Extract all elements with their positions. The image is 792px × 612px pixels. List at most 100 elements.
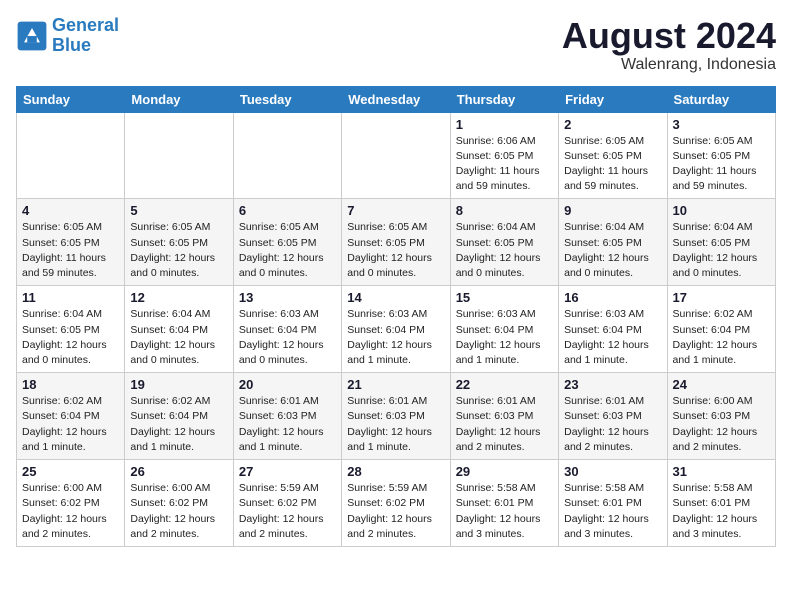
day-info: Sunrise: 5:58 AM Sunset: 6:01 PM Dayligh… (564, 481, 661, 542)
calendar-cell: 29 Sunrise: 5:58 AM Sunset: 6:01 PM Dayli… (450, 460, 558, 547)
page-header: General Blue August 2024 Walenrang, Indo… (16, 16, 776, 74)
day-info: Sunrise: 6:00 AM Sunset: 6:02 PM Dayligh… (130, 481, 227, 542)
calendar-cell (342, 112, 450, 199)
day-info: Sunrise: 6:01 AM Sunset: 6:03 PM Dayligh… (347, 394, 444, 455)
day-info: Sunrise: 6:02 AM Sunset: 6:04 PM Dayligh… (22, 394, 119, 455)
day-info: Sunrise: 6:00 AM Sunset: 6:02 PM Dayligh… (22, 481, 119, 542)
day-info: Sunrise: 6:05 AM Sunset: 6:05 PM Dayligh… (239, 220, 336, 281)
day-number: 22 (456, 377, 553, 392)
calendar-cell: 13 Sunrise: 6:03 AM Sunset: 6:04 PM Dayli… (233, 286, 341, 373)
calendar-cell: 21 Sunrise: 6:01 AM Sunset: 6:03 PM Dayli… (342, 373, 450, 460)
calendar-cell (233, 112, 341, 199)
day-number: 12 (130, 290, 227, 305)
calendar-cell: 26 Sunrise: 6:00 AM Sunset: 6:02 PM Dayli… (125, 460, 233, 547)
calendar-cell: 5 Sunrise: 6:05 AM Sunset: 6:05 PM Daylig… (125, 199, 233, 286)
logo: General Blue (16, 16, 119, 56)
title-block: August 2024 Walenrang, Indonesia (562, 16, 776, 74)
day-number: 7 (347, 203, 444, 218)
weekday-header-thursday: Thursday (450, 86, 558, 112)
calendar-cell: 12 Sunrise: 6:04 AM Sunset: 6:04 PM Dayli… (125, 286, 233, 373)
calendar-cell: 28 Sunrise: 5:59 AM Sunset: 6:02 PM Dayli… (342, 460, 450, 547)
day-info: Sunrise: 6:02 AM Sunset: 6:04 PM Dayligh… (673, 307, 770, 368)
logo-icon (16, 20, 48, 52)
calendar-cell: 9 Sunrise: 6:04 AM Sunset: 6:05 PM Daylig… (559, 199, 667, 286)
day-number: 10 (673, 203, 770, 218)
day-info: Sunrise: 6:02 AM Sunset: 6:04 PM Dayligh… (130, 394, 227, 455)
location-subtitle: Walenrang, Indonesia (562, 56, 776, 74)
logo-line1: General (52, 15, 119, 35)
day-number: 23 (564, 377, 661, 392)
day-info: Sunrise: 6:04 AM Sunset: 6:05 PM Dayligh… (22, 307, 119, 368)
weekday-header-row: SundayMondayTuesdayWednesdayThursdayFrid… (17, 86, 776, 112)
day-info: Sunrise: 6:01 AM Sunset: 6:03 PM Dayligh… (239, 394, 336, 455)
day-info: Sunrise: 5:59 AM Sunset: 6:02 PM Dayligh… (347, 481, 444, 542)
calendar-cell: 14Sunrise: 6:03 AM Sunset: 6:04 PM Dayli… (342, 286, 450, 373)
day-number: 25 (22, 464, 119, 479)
day-number: 8 (456, 203, 553, 218)
day-number: 19 (130, 377, 227, 392)
day-number: 1 (456, 117, 553, 132)
calendar-cell: 2 Sunrise: 6:05 AM Sunset: 6:05 PM Daylig… (559, 112, 667, 199)
calendar-week-row: 11 Sunrise: 6:04 AM Sunset: 6:05 PM Dayli… (17, 286, 776, 373)
calendar-cell: 10 Sunrise: 6:04 AM Sunset: 6:05 PM Dayli… (667, 199, 775, 286)
day-info: Sunrise: 6:05 AM Sunset: 6:05 PM Dayligh… (130, 220, 227, 281)
calendar-cell: 22 Sunrise: 6:01 AM Sunset: 6:03 PM Dayli… (450, 373, 558, 460)
day-number: 21 (347, 377, 444, 392)
day-info: Sunrise: 6:04 AM Sunset: 6:05 PM Dayligh… (673, 220, 770, 281)
day-number: 26 (130, 464, 227, 479)
day-number: 18 (22, 377, 119, 392)
logo-line2: Blue (52, 35, 91, 55)
weekday-header-tuesday: Tuesday (233, 86, 341, 112)
month-title: August 2024 (562, 16, 776, 56)
day-info: Sunrise: 5:58 AM Sunset: 6:01 PM Dayligh… (673, 481, 770, 542)
calendar-cell: 18 Sunrise: 6:02 AM Sunset: 6:04 PM Dayli… (17, 373, 125, 460)
day-info: Sunrise: 6:05 AM Sunset: 6:05 PM Dayligh… (347, 220, 444, 281)
day-number: 29 (456, 464, 553, 479)
calendar-cell: 8Sunrise: 6:04 AM Sunset: 6:05 PM Daylig… (450, 199, 558, 286)
day-info: Sunrise: 6:05 AM Sunset: 6:05 PM Dayligh… (564, 134, 661, 195)
calendar-cell: 31Sunrise: 5:58 AM Sunset: 6:01 PM Dayli… (667, 460, 775, 547)
day-number: 13 (239, 290, 336, 305)
calendar-cell: 17 Sunrise: 6:02 AM Sunset: 6:04 PM Dayli… (667, 286, 775, 373)
calendar-cell: 25 Sunrise: 6:00 AM Sunset: 6:02 PM Dayli… (17, 460, 125, 547)
calendar-cell: 30 Sunrise: 5:58 AM Sunset: 6:01 PM Dayli… (559, 460, 667, 547)
calendar-cell: 1 Sunrise: 6:06 AM Sunset: 6:05 PM Daylig… (450, 112, 558, 199)
day-number: 11 (22, 290, 119, 305)
calendar-week-row: 25 Sunrise: 6:00 AM Sunset: 6:02 PM Dayli… (17, 460, 776, 547)
weekday-header-monday: Monday (125, 86, 233, 112)
day-number: 2 (564, 117, 661, 132)
day-info: Sunrise: 5:59 AM Sunset: 6:02 PM Dayligh… (239, 481, 336, 542)
calendar-cell: 16Sunrise: 6:03 AM Sunset: 6:04 PM Dayli… (559, 286, 667, 373)
day-info: Sunrise: 6:03 AM Sunset: 6:04 PM Dayligh… (239, 307, 336, 368)
day-number: 20 (239, 377, 336, 392)
day-number: 4 (22, 203, 119, 218)
calendar-cell: 15 Sunrise: 6:03 AM Sunset: 6:04 PM Dayli… (450, 286, 558, 373)
day-number: 5 (130, 203, 227, 218)
day-info: Sunrise: 6:01 AM Sunset: 6:03 PM Dayligh… (456, 394, 553, 455)
day-number: 30 (564, 464, 661, 479)
day-number: 6 (239, 203, 336, 218)
day-number: 16 (564, 290, 661, 305)
logo-text: General Blue (52, 16, 119, 56)
weekday-header-wednesday: Wednesday (342, 86, 450, 112)
calendar-week-row: 1 Sunrise: 6:06 AM Sunset: 6:05 PM Daylig… (17, 112, 776, 199)
day-number: 3 (673, 117, 770, 132)
day-info: Sunrise: 6:03 AM Sunset: 6:04 PM Dayligh… (456, 307, 553, 368)
day-number: 9 (564, 203, 661, 218)
day-number: 28 (347, 464, 444, 479)
calendar-cell: 27Sunrise: 5:59 AM Sunset: 6:02 PM Dayli… (233, 460, 341, 547)
day-info: Sunrise: 6:06 AM Sunset: 6:05 PM Dayligh… (456, 134, 553, 195)
weekday-header-saturday: Saturday (667, 86, 775, 112)
calendar-cell: 24Sunrise: 6:00 AM Sunset: 6:03 PM Dayli… (667, 373, 775, 460)
day-info: Sunrise: 6:00 AM Sunset: 6:03 PM Dayligh… (673, 394, 770, 455)
day-info: Sunrise: 6:04 AM Sunset: 6:04 PM Dayligh… (130, 307, 227, 368)
day-info: Sunrise: 6:05 AM Sunset: 6:05 PM Dayligh… (673, 134, 770, 195)
day-number: 17 (673, 290, 770, 305)
weekday-header-sunday: Sunday (17, 86, 125, 112)
day-info: Sunrise: 6:04 AM Sunset: 6:05 PM Dayligh… (564, 220, 661, 281)
day-number: 15 (456, 290, 553, 305)
calendar-cell: 20 Sunrise: 6:01 AM Sunset: 6:03 PM Dayli… (233, 373, 341, 460)
day-info: Sunrise: 5:58 AM Sunset: 6:01 PM Dayligh… (456, 481, 553, 542)
calendar-week-row: 18 Sunrise: 6:02 AM Sunset: 6:04 PM Dayli… (17, 373, 776, 460)
calendar-cell (17, 112, 125, 199)
